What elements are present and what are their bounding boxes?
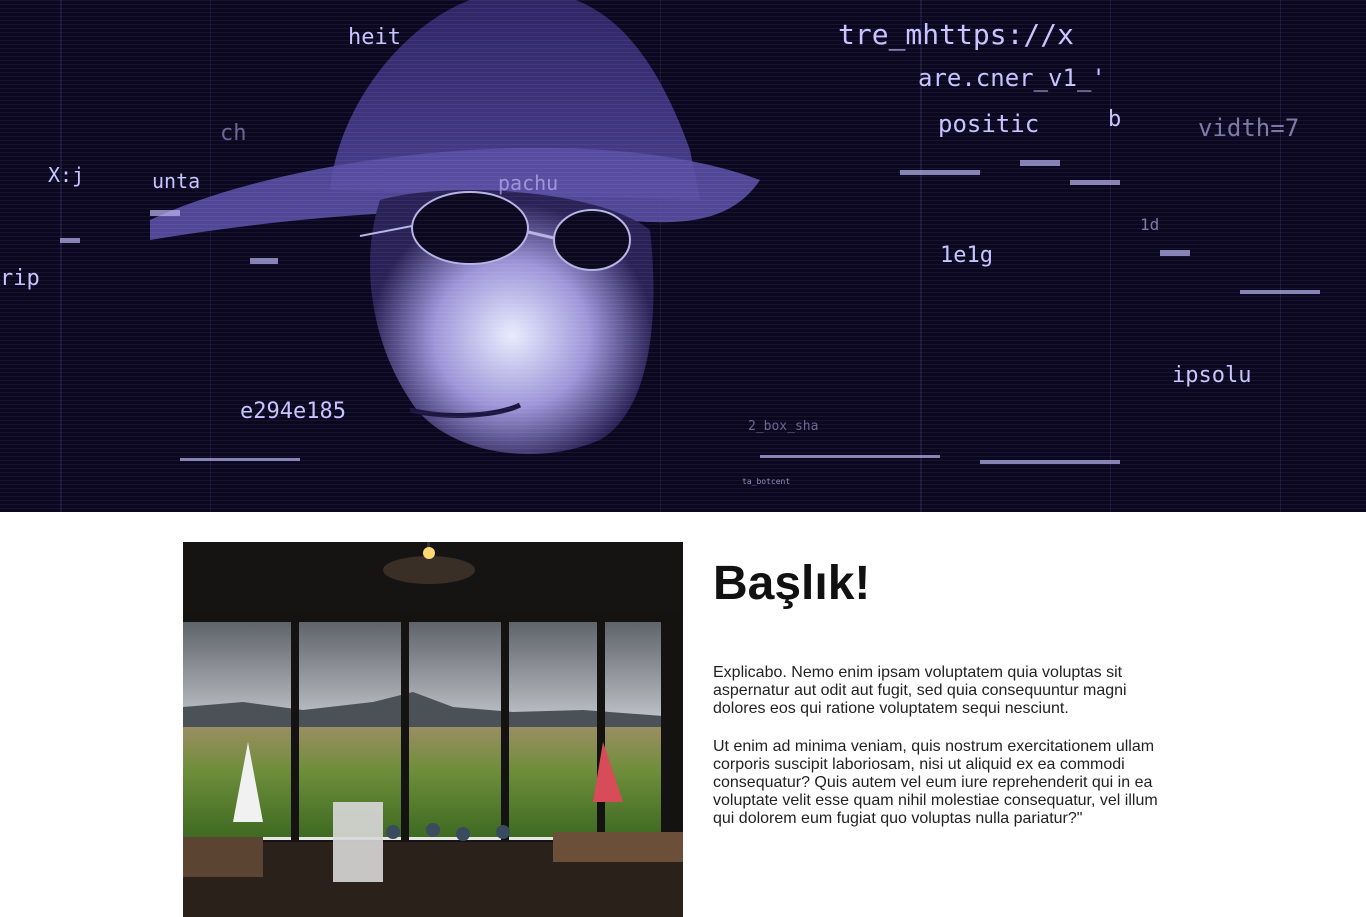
code-fragment: 1d xyxy=(1140,215,1159,234)
article-section: Başlık! Explicabo. Nemo enim ipsam volup… xyxy=(183,542,1183,917)
article-text: Başlık! Explicabo. Nemo enim ipsam volup… xyxy=(713,542,1173,828)
code-fragment: positic xyxy=(938,110,1039,138)
code-fragment: pachu xyxy=(498,171,558,195)
restaurant-illustration xyxy=(183,542,683,917)
code-fragment: unta xyxy=(152,169,200,193)
code-fragment: vidth=7 xyxy=(1198,114,1299,142)
code-fragment: ch xyxy=(220,121,247,146)
code-fragment: ta_botcent xyxy=(742,477,790,486)
code-fragment: b xyxy=(1108,107,1121,132)
code-fragment: tre_mhttps://x xyxy=(838,18,1074,52)
code-fragment: e294e185 xyxy=(240,399,346,424)
code-fragment: 2_box_sha xyxy=(748,419,818,434)
hero-illustration: heit tre_mhttps://x are.cner_v1_' positi… xyxy=(0,0,1366,512)
restaurant-photo xyxy=(183,542,683,917)
article-paragraph-2: Ut enim ad minima veniam, quis nostrum e… xyxy=(713,738,1158,827)
code-fragment: heit xyxy=(348,25,401,50)
article-paragraph-1: Explicabo. Nemo enim ipsam voluptatem qu… xyxy=(713,664,1127,717)
code-fragment: X:j xyxy=(48,163,84,187)
hero-banner-image: heit tre_mhttps://x are.cner_v1_' positi… xyxy=(0,0,1366,512)
code-fragment: ipsolu xyxy=(1172,363,1251,388)
code-fragment: are.cner_v1_' xyxy=(918,64,1106,92)
code-fragment: 1e1g xyxy=(940,243,993,268)
code-fragment: rip xyxy=(0,266,40,291)
article-title: Başlık! xyxy=(713,557,871,610)
